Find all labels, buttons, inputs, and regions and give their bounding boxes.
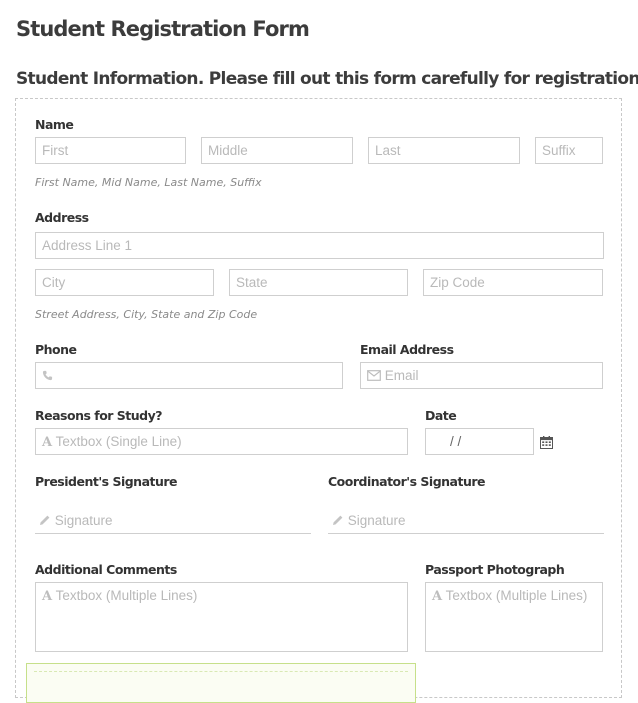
address-label: Address	[35, 210, 89, 225]
date-label: Date	[425, 408, 457, 423]
reasons-input[interactable]: A Textbox (Single Line)	[35, 428, 408, 455]
selected-field-inner	[34, 671, 408, 701]
name-hint: First Name, Mid Name, Last Name, Suffix	[35, 176, 262, 189]
passport-label: Passport Photograph	[425, 562, 565, 577]
president-signature-label: President's Signature	[35, 474, 178, 489]
coordinator-signature-field[interactable]: Signature	[328, 510, 604, 534]
first-name-placeholder: First	[42, 143, 69, 158]
state-placeholder: State	[236, 275, 268, 290]
phone-icon	[42, 369, 53, 384]
name-label: Name	[35, 117, 74, 132]
email-label: Email Address	[360, 342, 454, 357]
envelope-icon	[367, 369, 381, 384]
last-name-input[interactable]: Last	[368, 137, 520, 164]
text-icon: A	[432, 589, 443, 604]
reasons-placeholder: Textbox (Single Line)	[55, 434, 182, 449]
coordinator-signature-placeholder: Signature	[347, 513, 406, 528]
email-placeholder: Email	[384, 368, 419, 383]
date-value: / /	[450, 434, 462, 449]
middle-name-input[interactable]: Middle	[201, 137, 353, 164]
phone-label: Phone	[35, 342, 77, 357]
comments-placeholder: Textbox (Multiple Lines)	[55, 588, 198, 603]
date-input[interactable]: / /	[425, 428, 534, 455]
text-icon: A	[42, 589, 53, 604]
address-line1-input[interactable]: Address Line 1	[35, 232, 604, 259]
last-name-placeholder: Last	[375, 143, 401, 158]
comments-label: Additional Comments	[35, 562, 177, 577]
reasons-label: Reasons for Study?	[35, 408, 163, 423]
president-signature-field[interactable]: Signature	[35, 510, 311, 534]
president-signature-placeholder: Signature	[54, 513, 113, 528]
zip-code-input[interactable]: Zip Code	[423, 269, 603, 296]
coordinator-signature-label: Coordinator's Signature	[328, 474, 486, 489]
passport-textarea[interactable]: A Textbox (Multiple Lines)	[425, 582, 603, 652]
zip-code-placeholder: Zip Code	[430, 275, 485, 290]
state-input[interactable]: State	[229, 269, 408, 296]
calendar-icon[interactable]	[540, 434, 554, 449]
address-line1-placeholder: Address Line 1	[42, 238, 133, 253]
suffix-input[interactable]: Suffix	[535, 137, 603, 164]
first-name-input[interactable]: First	[35, 137, 186, 164]
form-title: Student Registration Form	[16, 17, 310, 41]
phone-input[interactable]	[35, 362, 343, 389]
city-input[interactable]: City	[35, 269, 214, 296]
comments-textarea[interactable]: A Textbox (Multiple Lines)	[35, 582, 408, 652]
pencil-icon	[39, 514, 51, 529]
email-input[interactable]: Email	[360, 362, 603, 389]
passport-placeholder: Textbox (Multiple Lines)	[445, 588, 588, 603]
middle-name-placeholder: Middle	[208, 143, 248, 158]
pencil-icon	[332, 514, 344, 529]
suffix-placeholder: Suffix	[542, 143, 576, 158]
address-hint: Street Address, City, State and Zip Code	[35, 308, 258, 321]
text-icon: A	[42, 435, 53, 450]
section-title: Student Information. Please fill out thi…	[16, 69, 638, 89]
city-placeholder: City	[42, 275, 66, 290]
